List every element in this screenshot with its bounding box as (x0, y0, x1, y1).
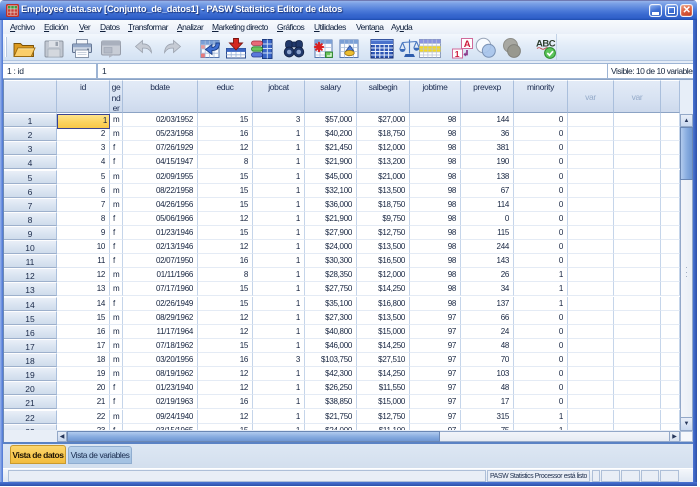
svg-text:1: 1 (455, 49, 460, 59)
svg-text:A: A (464, 39, 471, 50)
